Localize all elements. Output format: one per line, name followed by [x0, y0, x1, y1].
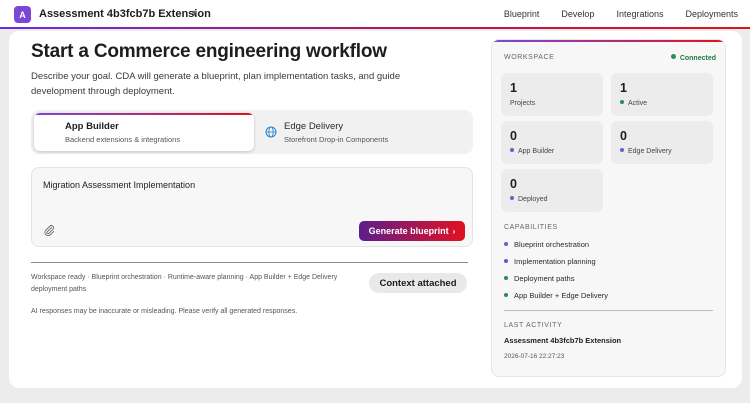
status-dot-icon [620, 148, 624, 152]
nav-blueprint[interactable]: Blueprint [504, 9, 540, 19]
divider [504, 310, 713, 311]
stat-label: Active [628, 100, 648, 107]
last-activity-title[interactable]: Assessment 4b3fcb7b Extension [504, 336, 621, 345]
option-edge-delivery[interactable]: Edge Delivery Storefront Drop-in Compone… [263, 113, 469, 151]
chevron-down-icon[interactable]: ▼ [190, 8, 199, 18]
option-subtitle: Storefront Drop-in Components [284, 135, 389, 144]
stat-label-row: Edge Delivery [620, 148, 672, 155]
prompt-text[interactable]: Migration Assessment Implementation [43, 180, 195, 190]
capabilities-heading: CAPABILITIES [504, 224, 558, 231]
stat-deployed: 0 Deployed [501, 169, 603, 212]
capability-item: App Builder + Edge Delivery [504, 291, 608, 300]
stat-app-builder: 0 App Builder [501, 121, 603, 164]
option-app-builder[interactable]: App Builder Backend extensions & integra… [34, 113, 254, 151]
connection-status-text: Connected [679, 55, 716, 62]
capability-label: Implementation planning [514, 257, 596, 266]
option-subtitle: Backend extensions & integrations [65, 135, 181, 144]
selected-indicator [34, 113, 254, 115]
button-label: Generate blueprint [368, 226, 449, 236]
prompt-input[interactable]: Migration Assessment Implementation Gene… [31, 167, 473, 247]
last-activity-heading: LAST ACTIVITY [504, 322, 563, 329]
topbar-accent-line [0, 27, 750, 29]
stat-active: 1 Active [611, 73, 713, 116]
stat-label: Projects [510, 100, 536, 107]
stat-projects: 1 Projects [501, 73, 603, 116]
top-nav: Blueprint Develop Integrations Deploymen… [504, 9, 738, 19]
status-dot-icon [510, 148, 514, 152]
workspace-panel: WORKSPACE Connected 1 Projects 1 Active … [491, 39, 726, 377]
globe-icon [265, 126, 277, 138]
last-activity-timestamp: 2026-07-16 22:27:23 [504, 353, 565, 360]
stat-label: App Builder [518, 148, 555, 155]
option-title: Edge Delivery [284, 121, 344, 132]
main-card: Start a Commerce engineering workflow De… [9, 31, 742, 388]
capability-label: App Builder + Edge Delivery [514, 291, 609, 300]
panel-accent-line [492, 40, 725, 42]
stat-edge-delivery: 0 Edge Delivery [611, 121, 713, 164]
stat-value: 1 [510, 81, 517, 95]
page-title: Start a Commerce engineering workflow [31, 41, 387, 62]
stat-value: 0 [510, 177, 517, 191]
app-avatar[interactable]: A [14, 6, 31, 23]
context-attached-button[interactable]: Context attached [369, 273, 467, 293]
stat-label-row: App Builder [510, 148, 554, 155]
stat-label: Deployed [518, 196, 548, 203]
capability-item: Implementation planning [504, 257, 596, 266]
workspace-heading: WORKSPACE [504, 54, 555, 61]
top-bar: A Assessment 4b3fcb7b Extension ▼ Bluepr… [0, 0, 750, 29]
stat-label-row: Deployed [510, 196, 548, 203]
capability-item: Deployment paths [504, 274, 574, 283]
generate-blueprint-button[interactable]: Generate blueprint › [359, 221, 465, 241]
paperclip-icon[interactable] [43, 224, 55, 236]
target-selector: App Builder Backend extensions & integra… [31, 110, 473, 154]
option-title: App Builder [65, 121, 119, 132]
workspace-status-text: Workspace ready · Blueprint orchestratio… [31, 274, 338, 293]
nav-develop[interactable]: Develop [561, 9, 594, 19]
status-dot-icon [670, 54, 676, 59]
stat-label-row: Active [620, 100, 647, 107]
connection-status: Connected [670, 54, 716, 62]
stat-value: 0 [620, 129, 627, 143]
capability-label: Deployment paths [514, 274, 575, 283]
status-dot-icon [620, 100, 624, 104]
ai-disclaimer: AI responses may be inaccurate or mislea… [31, 308, 298, 315]
stat-label: Edge Delivery [628, 148, 672, 155]
page-description: Describe your goal. CDA will generate a … [31, 71, 401, 97]
stat-value: 0 [510, 129, 517, 143]
stat-value: 1 [620, 81, 627, 95]
nav-integrations[interactable]: Integrations [616, 9, 663, 19]
capability-label: Blueprint orchestration [514, 240, 590, 249]
chevron-right-icon: › [452, 226, 456, 236]
bullet-icon [504, 259, 508, 263]
status-dot-icon [510, 196, 514, 200]
bullet-icon [504, 276, 508, 280]
capability-item: Blueprint orchestration [504, 240, 589, 249]
divider [31, 262, 468, 263]
bullet-icon [504, 242, 508, 246]
nav-deployments[interactable]: Deployments [685, 9, 738, 19]
project-title[interactable]: Assessment 4b3fcb7b Extension [39, 8, 211, 20]
bullet-icon [504, 293, 508, 297]
